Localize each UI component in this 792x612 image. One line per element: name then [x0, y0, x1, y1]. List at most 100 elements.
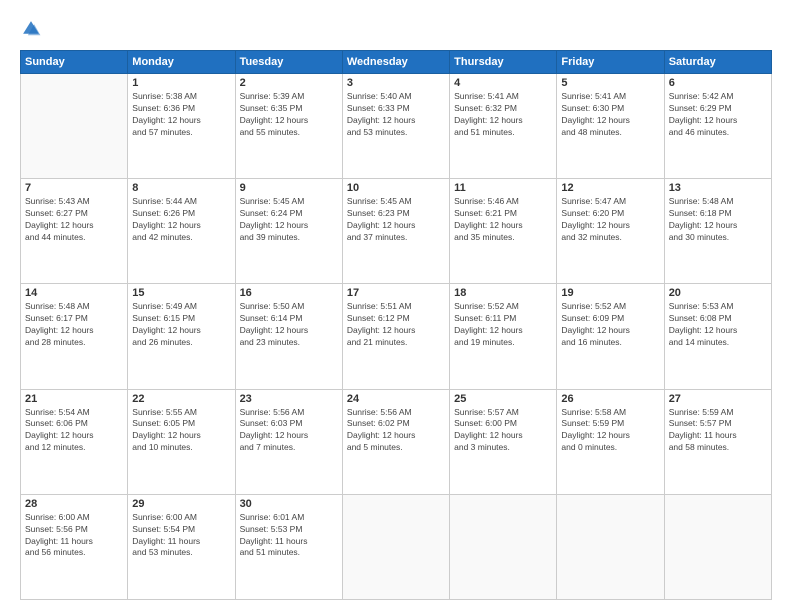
calendar-cell: 28 Sunrise: 6:00 AM Sunset: 5:56 PM Dayli…	[21, 494, 128, 599]
day-info: Sunrise: 5:59 AM Sunset: 5:57 PM Dayligh…	[669, 407, 767, 455]
day-number: 9	[240, 182, 338, 194]
day-info: Sunrise: 5:55 AM Sunset: 6:05 PM Dayligh…	[132, 407, 230, 455]
calendar-cell: 5Sunrise: 5:41 AM Sunset: 6:30 PM Daylig…	[557, 74, 664, 179]
day-info: Sunrise: 5:54 AM Sunset: 6:06 PM Dayligh…	[25, 407, 123, 455]
day-info: Sunrise: 5:52 AM Sunset: 6:09 PM Dayligh…	[561, 301, 659, 349]
day-info: Sunrise: 5:47 AM Sunset: 6:20 PM Dayligh…	[561, 196, 659, 244]
day-info: Sunrise: 5:44 AM Sunset: 6:26 PM Dayligh…	[132, 196, 230, 244]
day-info: Sunrise: 6:00 AM Sunset: 5:54 PM Dayligh…	[132, 512, 230, 560]
day-info: Sunrise: 5:46 AM Sunset: 6:21 PM Dayligh…	[454, 196, 552, 244]
calendar-day-header: Monday	[128, 51, 235, 74]
calendar-cell	[21, 74, 128, 179]
day-number: 24	[347, 393, 445, 405]
day-number: 13	[669, 182, 767, 194]
day-info: Sunrise: 5:52 AM Sunset: 6:11 PM Dayligh…	[454, 301, 552, 349]
day-number: 17	[347, 287, 445, 299]
header	[20, 18, 772, 40]
calendar-cell: 4Sunrise: 5:41 AM Sunset: 6:32 PM Daylig…	[450, 74, 557, 179]
calendar-cell: 27 Sunrise: 5:59 AM Sunset: 5:57 PM Dayli…	[664, 389, 771, 494]
calendar-week-row: 1 Sunrise: 5:38 AM Sunset: 6:36 PM Daylig…	[21, 74, 772, 179]
calendar-cell: 25 Sunrise: 5:57 AM Sunset: 6:00 PM Dayli…	[450, 389, 557, 494]
calendar-cell: 30Sunrise: 6:01 AM Sunset: 5:53 PM Dayli…	[235, 494, 342, 599]
calendar-week-row: 7 Sunrise: 5:43 AM Sunset: 6:27 PM Daylig…	[21, 179, 772, 284]
day-number: 22	[132, 393, 230, 405]
calendar-cell: 9Sunrise: 5:45 AM Sunset: 6:24 PM Daylig…	[235, 179, 342, 284]
calendar-cell: 23Sunrise: 5:56 AM Sunset: 6:03 PM Dayli…	[235, 389, 342, 494]
day-number: 19	[561, 287, 659, 299]
calendar-day-header: Friday	[557, 51, 664, 74]
day-info: Sunrise: 5:45 AM Sunset: 6:23 PM Dayligh…	[347, 196, 445, 244]
day-number: 18	[454, 287, 552, 299]
calendar-cell: 15 Sunrise: 5:49 AM Sunset: 6:15 PM Dayli…	[128, 284, 235, 389]
calendar-cell: 13 Sunrise: 5:48 AM Sunset: 6:18 PM Dayli…	[664, 179, 771, 284]
calendar-cell: 14 Sunrise: 5:48 AM Sunset: 6:17 PM Dayli…	[21, 284, 128, 389]
day-info: Sunrise: 5:38 AM Sunset: 6:36 PM Dayligh…	[132, 91, 230, 139]
day-number: 1	[132, 77, 230, 89]
calendar-week-row: 28 Sunrise: 6:00 AM Sunset: 5:56 PM Dayli…	[21, 494, 772, 599]
day-info: Sunrise: 5:58 AM Sunset: 5:59 PM Dayligh…	[561, 407, 659, 455]
day-number: 20	[669, 287, 767, 299]
calendar-week-row: 14 Sunrise: 5:48 AM Sunset: 6:17 PM Dayli…	[21, 284, 772, 389]
calendar-cell: 26 Sunrise: 5:58 AM Sunset: 5:59 PM Dayli…	[557, 389, 664, 494]
day-number: 29	[132, 498, 230, 510]
day-info: Sunrise: 5:56 AM Sunset: 6:02 PM Dayligh…	[347, 407, 445, 455]
day-number: 26	[561, 393, 659, 405]
calendar-cell: 21Sunrise: 5:54 AM Sunset: 6:06 PM Dayli…	[21, 389, 128, 494]
calendar-cell: 2 Sunrise: 5:39 AM Sunset: 6:35 PM Daylig…	[235, 74, 342, 179]
day-info: Sunrise: 5:49 AM Sunset: 6:15 PM Dayligh…	[132, 301, 230, 349]
day-number: 14	[25, 287, 123, 299]
day-info: Sunrise: 6:00 AM Sunset: 5:56 PM Dayligh…	[25, 512, 123, 560]
day-info: Sunrise: 5:43 AM Sunset: 6:27 PM Dayligh…	[25, 196, 123, 244]
calendar-cell: 11 Sunrise: 5:46 AM Sunset: 6:21 PM Dayli…	[450, 179, 557, 284]
day-info: Sunrise: 5:42 AM Sunset: 6:29 PM Dayligh…	[669, 91, 767, 139]
calendar-cell: 19 Sunrise: 5:52 AM Sunset: 6:09 PM Dayli…	[557, 284, 664, 389]
calendar-cell	[342, 494, 449, 599]
day-info: Sunrise: 5:39 AM Sunset: 6:35 PM Dayligh…	[240, 91, 338, 139]
logo-icon	[20, 18, 42, 40]
day-number: 28	[25, 498, 123, 510]
day-number: 3	[347, 77, 445, 89]
day-info: Sunrise: 5:51 AM Sunset: 6:12 PM Dayligh…	[347, 301, 445, 349]
calendar-cell: 24 Sunrise: 5:56 AM Sunset: 6:02 PM Dayli…	[342, 389, 449, 494]
calendar-day-header: Thursday	[450, 51, 557, 74]
calendar-cell	[557, 494, 664, 599]
day-info: Sunrise: 5:57 AM Sunset: 6:00 PM Dayligh…	[454, 407, 552, 455]
day-number: 11	[454, 182, 552, 194]
calendar-day-header: Saturday	[664, 51, 771, 74]
calendar-day-header: Sunday	[21, 51, 128, 74]
logo	[20, 18, 46, 40]
calendar-cell: 17 Sunrise: 5:51 AM Sunset: 6:12 PM Dayli…	[342, 284, 449, 389]
calendar-header-row: SundayMondayTuesdayWednesdayThursdayFrid…	[21, 51, 772, 74]
calendar-day-header: Wednesday	[342, 51, 449, 74]
calendar-cell: 20 Sunrise: 5:53 AM Sunset: 6:08 PM Dayli…	[664, 284, 771, 389]
day-info: Sunrise: 5:48 AM Sunset: 6:18 PM Dayligh…	[669, 196, 767, 244]
calendar-cell	[450, 494, 557, 599]
calendar-cell: 8 Sunrise: 5:44 AM Sunset: 6:26 PM Daylig…	[128, 179, 235, 284]
day-number: 6	[669, 77, 767, 89]
day-number: 12	[561, 182, 659, 194]
day-number: 15	[132, 287, 230, 299]
day-number: 25	[454, 393, 552, 405]
calendar-cell: 22 Sunrise: 5:55 AM Sunset: 6:05 PM Dayli…	[128, 389, 235, 494]
day-number: 7	[25, 182, 123, 194]
page: SundayMondayTuesdayWednesdayThursdayFrid…	[0, 0, 792, 612]
calendar-cell: 3Sunrise: 5:40 AM Sunset: 6:33 PM Daylig…	[342, 74, 449, 179]
calendar-cell: 12 Sunrise: 5:47 AM Sunset: 6:20 PM Dayli…	[557, 179, 664, 284]
day-info: Sunrise: 6:01 AM Sunset: 5:53 PM Dayligh…	[240, 512, 338, 560]
calendar-week-row: 21Sunrise: 5:54 AM Sunset: 6:06 PM Dayli…	[21, 389, 772, 494]
calendar-cell: 1 Sunrise: 5:38 AM Sunset: 6:36 PM Daylig…	[128, 74, 235, 179]
calendar-cell: 16Sunrise: 5:50 AM Sunset: 6:14 PM Dayli…	[235, 284, 342, 389]
calendar-cell: 18 Sunrise: 5:52 AM Sunset: 6:11 PM Dayli…	[450, 284, 557, 389]
day-number: 5	[561, 77, 659, 89]
day-number: 27	[669, 393, 767, 405]
day-info: Sunrise: 5:53 AM Sunset: 6:08 PM Dayligh…	[669, 301, 767, 349]
day-number: 4	[454, 77, 552, 89]
calendar-table: SundayMondayTuesdayWednesdayThursdayFrid…	[20, 50, 772, 600]
day-number: 2	[240, 77, 338, 89]
day-number: 10	[347, 182, 445, 194]
day-number: 8	[132, 182, 230, 194]
day-info: Sunrise: 5:56 AM Sunset: 6:03 PM Dayligh…	[240, 407, 338, 455]
day-info: Sunrise: 5:48 AM Sunset: 6:17 PM Dayligh…	[25, 301, 123, 349]
day-info: Sunrise: 5:50 AM Sunset: 6:14 PM Dayligh…	[240, 301, 338, 349]
calendar-day-header: Tuesday	[235, 51, 342, 74]
